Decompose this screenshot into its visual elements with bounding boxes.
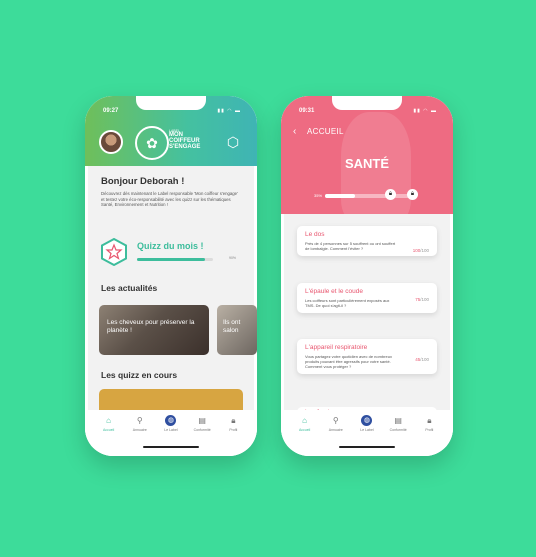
news-card[interactable]: Ils ont salon (217, 305, 257, 355)
tab-label: Le Label (164, 428, 178, 432)
phone-sante-screen: 09:31 ▮▮ ◠ ▬ ‹ ACCUEIL SANTÉ 35% 🔒︎ 🔒︎ L… (281, 96, 453, 456)
home-icon: ⌂ (106, 416, 112, 425)
card-score: 75/100 (415, 297, 429, 302)
tab-label: Le Label (360, 428, 374, 432)
quiz-card[interactable]: L'appareil respiratoire Vous partagez vo… (297, 339, 437, 374)
lock-icon: 🔒︎ (407, 189, 418, 200)
tab-le-label[interactable]: ◍ Le Label (157, 410, 185, 456)
tab-label: Annuaire (328, 428, 343, 432)
home-indicator (143, 446, 199, 448)
status-time: 09:31 (299, 108, 315, 114)
quiz-progress-percent: 90% (229, 256, 237, 260)
quiz-card[interactable]: L'épaule et le coude Les coiffeurs sont … (297, 283, 437, 313)
home-indicator (339, 446, 395, 448)
tab-annuaire[interactable]: ⚲ Annuaire (322, 410, 350, 456)
intro-text: Découvrez dès maintenant le Label respon… (101, 191, 238, 208)
card-title: L'appareil respiratoire (305, 344, 368, 351)
location-pin-icon: ⚲ (332, 416, 339, 425)
card-title: L'épaule et le coude (305, 288, 363, 295)
quiz-progress-bar (137, 258, 213, 261)
quiz-of-month-title[interactable]: Quizz du mois ! (137, 241, 204, 251)
back-link[interactable]: ACCUEIL (307, 127, 344, 136)
lock-icon: 🔒︎ (427, 416, 432, 425)
logo-line-3: S'ENGAGE (169, 144, 201, 150)
tab-accueil[interactable]: ⌂ Accueil (95, 410, 123, 456)
tab-label: Conformité (193, 428, 211, 432)
tab-label: Profil (229, 428, 238, 432)
phone-notch (136, 96, 206, 110)
score-max: /100 (420, 297, 429, 302)
document-icon: ▤ (198, 416, 206, 425)
tab-conformite[interactable]: ▤ Conformité (188, 410, 216, 456)
news-card-title: Ils ont salon (223, 319, 241, 334)
globe-icon: ◍ (165, 415, 177, 426)
card-score: 100/100 (413, 248, 429, 253)
card-description: Près de 4 personnes sur 5 souffrent ou o… (305, 241, 396, 251)
card-description: Les coiffeurs sont particulièrement expo… (305, 298, 390, 308)
lock-icon: 🔒︎ (231, 416, 236, 425)
progress-bar (325, 194, 411, 198)
tab-label: Annuaire (132, 428, 147, 432)
progress-percent: 35% (314, 193, 323, 198)
label-logo-icon: ✿ (135, 126, 169, 160)
status-icons: ▮▮ ◠ ▬ (413, 108, 437, 114)
tab-profil[interactable]: 🔒︎ Profil (219, 410, 247, 456)
news-card-title: Les cheveux pour préserver la planète ! (107, 319, 195, 334)
phone-home-screen: 09:27 ▮▮ ◠ ▬ ✿ LABEL MON COIFFEUR S'ENGA… (85, 96, 257, 456)
home-icon: ⌂ (302, 416, 308, 425)
news-card[interactable]: Les cheveux pour préserver la planète ! (99, 305, 209, 355)
card-title: Le dos (305, 231, 325, 238)
greeting: Bonjour Deborah ! (101, 176, 185, 187)
logo-text: MON COIFFEUR S'ENGAGE (169, 132, 219, 150)
tab-bar: ⌂ Accueil ⚲ Annuaire ◍ Le Label ▤ Confor… (281, 410, 453, 456)
card-description: Vous partagez votre quotidien avec de no… (305, 354, 392, 369)
tab-label: Accueil (102, 428, 115, 432)
progress-fill (325, 194, 356, 198)
tab-profil[interactable]: 🔒︎ Profil (415, 410, 443, 456)
back-arrow-icon[interactable]: ‹ (293, 126, 296, 137)
tab-annuaire[interactable]: ⚲ Annuaire (126, 410, 154, 456)
globe-icon: ◍ (361, 415, 373, 426)
tab-label: Accueil (298, 428, 311, 432)
status-time: 09:27 (103, 108, 119, 114)
phone-notch (332, 96, 402, 110)
tab-label: Conformité (389, 428, 407, 432)
page-title: SANTÉ (344, 156, 390, 171)
tab-conformite[interactable]: ▤ Conformité (384, 410, 412, 456)
tab-label: Profil (425, 428, 434, 432)
badge-hexagon-icon[interactable]: ⬡ (225, 134, 241, 150)
quizzes-section-title: Les quizz en cours (101, 370, 178, 380)
status-icons: ▮▮ ◠ ▬ (217, 108, 241, 114)
tab-accueil[interactable]: ⌂ Accueil (291, 410, 319, 456)
tab-bar: ⌂ Accueil ⚲ Annuaire ◍ Le Label ▤ Confor… (85, 410, 257, 456)
avatar[interactable] (99, 130, 123, 154)
score-max: /100 (420, 248, 429, 253)
quiz-card[interactable]: Le dos Près de 4 personnes sur 5 souffre… (297, 226, 437, 256)
score-max: /100 (420, 357, 429, 362)
quiz-star-icon (101, 238, 127, 266)
news-section-title: Les actualités (101, 283, 158, 293)
quiz-progress-fill (137, 258, 206, 261)
lock-icon: 🔒︎ (385, 189, 396, 200)
tab-le-label[interactable]: ◍ Le Label (353, 410, 381, 456)
document-icon: ▤ (394, 416, 402, 425)
location-pin-icon: ⚲ (136, 416, 143, 425)
card-score: 45/100 (415, 357, 429, 362)
